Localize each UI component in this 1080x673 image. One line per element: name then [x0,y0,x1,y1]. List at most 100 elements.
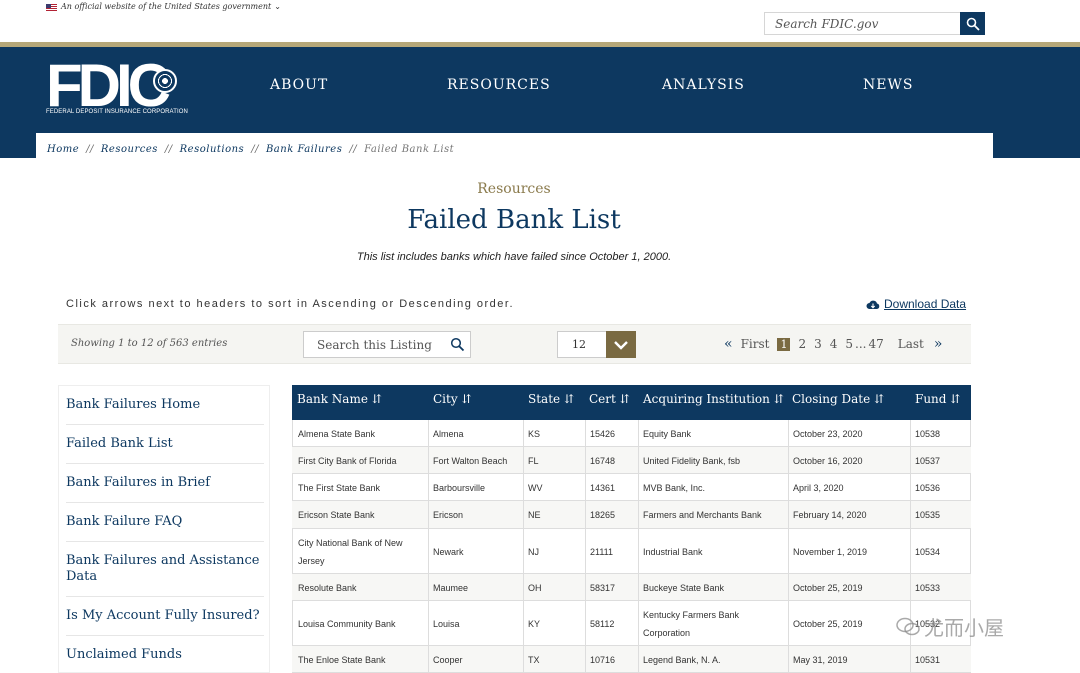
table-cell[interactable]: Louisa Community Bank [298,601,423,646]
th-closing-date[interactable]: Closing Date ⇵ [792,392,884,406]
table-cell: NJ [528,546,539,557]
table-cell: TX [528,654,540,665]
breadcrumb-current: Failed Bank List [364,144,455,155]
sidebar-item-bank-failures-home[interactable]: Bank Failures Home [66,397,264,413]
table-cell: 10535 [915,510,941,520]
column-divider [638,420,639,673]
pager-page-1[interactable]: 1 [777,337,791,351]
table-cell: FL [528,455,539,466]
pager-page-2[interactable]: 2 [798,337,806,351]
th-acquiring-institution[interactable]: Acquiring Institution ⇵ [643,392,784,406]
th-bank-name[interactable]: Bank Name ⇵ [297,392,382,406]
watermark: 尤而小屋 [896,612,1004,641]
sidebar-item-assistance-data[interactable]: Bank Failures and Assistance Data [66,553,264,585]
table-cell: October 25, 2019 [793,618,863,629]
seal-icon [153,69,177,93]
table-cell: 16748 [590,455,616,466]
search-icon[interactable] [450,337,465,352]
th-fund[interactable]: Fund ⇵ [915,392,960,406]
table-cell: 18265 [590,510,616,520]
table-cell: KS [528,428,541,439]
sidebar-divider [66,463,264,464]
sort-icon[interactable]: ⇵ [620,392,630,406]
table-cell: NE [528,510,541,520]
sidebar-item-account-insured[interactable]: Is My Account Fully Insured? [66,608,264,624]
table-cell: 10537 [915,455,941,466]
nav-about[interactable]: ABOUT [270,77,328,93]
wechat-icon [896,617,920,635]
site-search-button[interactable] [960,12,985,35]
table-cell: 10534 [915,546,941,557]
table-cell: Fort Walton Beach [433,455,508,466]
last-page-icon[interactable]: » [934,336,943,352]
per-page-dropdown-button[interactable] [606,331,636,358]
pager-first[interactable]: First [741,337,770,351]
per-page-select[interactable]: 12 [557,331,607,358]
sidebar-item-failed-bank-list[interactable]: Failed Bank List [66,436,264,452]
table-cell: Ericson [433,510,464,520]
download-data-label: Download Data [884,297,967,311]
listing-search[interactable] [303,331,471,358]
table-cell[interactable]: Ericson State Bank [298,501,423,529]
table-cell: May 31, 2019 [793,654,848,665]
table-cell[interactable]: City National Bank of New Jersey [298,529,423,574]
table-cell: October 25, 2019 [793,582,863,593]
nav-analysis[interactable]: ANALYSIS [662,77,745,93]
sidebar-item-bank-failure-faq[interactable]: Bank Failure FAQ [66,514,264,530]
sidebar-divider [66,635,264,636]
table-cell: April 3, 2020 [793,482,844,493]
chevron-down-icon [614,340,628,350]
sort-icon[interactable]: ⇵ [372,392,382,406]
breadcrumb-home[interactable]: Home [47,144,79,155]
site-search-input[interactable] [765,13,960,35]
sort-icon[interactable]: ⇵ [950,392,960,406]
table-cell: Kentucky Farmers Bank Corporation [643,609,740,638]
table-cell: February 14, 2020 [793,510,867,520]
listing-search-input[interactable] [304,332,444,357]
table-cell[interactable]: Almena State Bank [298,420,423,447]
th-city[interactable]: City ⇵ [433,392,472,406]
table-cell[interactable]: First City Bank of Florida [298,447,423,474]
pager-last[interactable]: Last [898,337,924,351]
table-cell[interactable]: The Enloe State Bank [298,646,423,673]
th-cert[interactable]: Cert ⇵ [589,392,630,406]
watermark-text: 尤而小屋 [924,616,1004,640]
table-cell[interactable]: The First State Bank [298,474,423,501]
gov-banner-toggle[interactable]: An official website of the United States… [61,2,281,11]
pager-page-3[interactable]: 3 [814,337,822,351]
table-cell: 10716 [590,654,616,665]
table-cell: Legend Bank, N. A. [643,654,721,665]
logo-subtitle: FEDERAL DEPOSIT INSURANCE CORPORATION [46,109,188,115]
table-cell: Cooper [433,654,463,665]
table-cell: MVB Bank, Inc. [643,482,706,493]
first-page-icon[interactable]: « [724,336,733,352]
gov-banner-text: An official website of the United States… [61,2,272,11]
table-cell: Farmers and Merchants Bank [643,510,762,520]
th-state[interactable]: State ⇵ [528,392,574,406]
table-cell: Almena [433,428,464,439]
sidebar-item-bank-failures-in-brief[interactable]: Bank Failures in Brief [66,475,264,491]
cloud-download-icon [866,300,880,309]
pager-page-5[interactable]: 5 [845,337,853,351]
breadcrumb-bank-failures[interactable]: Bank Failures [266,144,342,155]
nav-resources[interactable]: RESOURCES [447,77,551,93]
download-data-link[interactable]: Download Data [866,297,966,311]
table-cell[interactable]: Resolute Bank [298,574,423,601]
column-divider [523,420,524,673]
breadcrumb-resources[interactable]: Resources [101,144,158,155]
sidebar-item-unclaimed-funds[interactable]: Unclaimed Funds [66,647,264,663]
table-cell: United Fidelity Bank, fsb [643,455,741,466]
pager-ellipsis: ... [855,337,867,351]
sort-icon[interactable]: ⇵ [564,392,574,406]
sidebar-divider [66,502,264,503]
page-title: Failed Bank List [407,205,621,235]
sort-icon[interactable]: ⇵ [461,392,471,406]
sort-icon[interactable]: ⇵ [874,392,884,406]
column-divider [788,420,789,673]
pager-page-47[interactable]: 47 [868,337,883,351]
sort-icon[interactable]: ⇵ [774,392,784,406]
pager-page-4[interactable]: 4 [830,337,838,351]
nav-news[interactable]: NEWS [863,77,913,93]
site-search[interactable] [764,12,961,35]
breadcrumb-resolutions[interactable]: Resolutions [180,144,245,155]
